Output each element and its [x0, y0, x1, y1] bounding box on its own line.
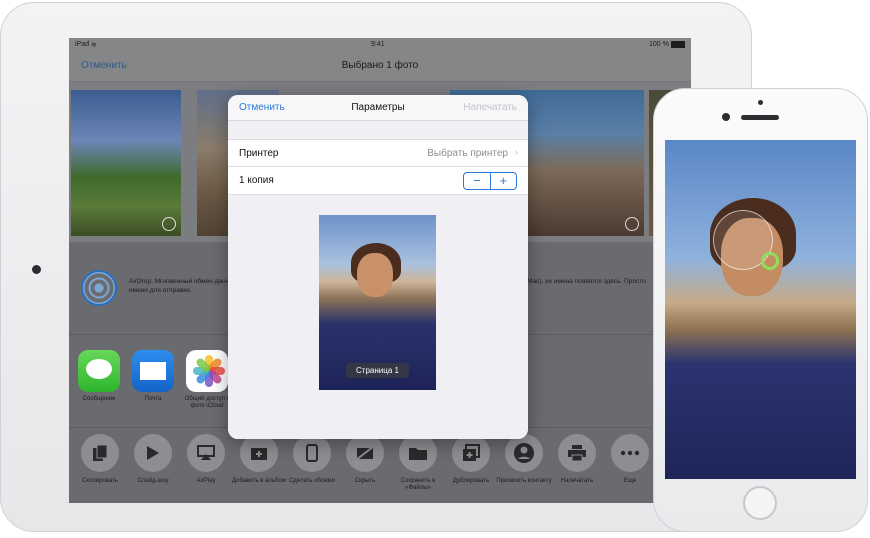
- print-preview-area: Страница 1: [228, 195, 528, 439]
- action-label: AirPlay: [196, 478, 216, 484]
- battery-icon: [671, 41, 685, 48]
- contact-icon: [505, 434, 543, 472]
- copies-stepper: − +: [463, 172, 517, 190]
- action-label: Еще: [623, 478, 637, 484]
- action-more[interactable]: Еще: [602, 434, 658, 485]
- dialog-header: Отменить Параметры Напечатать: [228, 95, 528, 121]
- front-camera: [722, 113, 730, 121]
- share-app-label: Почта: [144, 396, 162, 402]
- action-add-to-album[interactable]: Добавить в альбом: [231, 434, 287, 485]
- action-label: Дублировать: [452, 478, 490, 484]
- page-badge: Страница 1: [346, 363, 409, 378]
- printer-row[interactable]: Принтер Выбрать принтер ›: [228, 139, 528, 167]
- copies-row: 1 копия − +: [228, 167, 528, 195]
- action-hide[interactable]: Скрыть: [337, 434, 393, 485]
- photos-icon: [186, 350, 228, 392]
- wifi-icon: ≋: [91, 42, 97, 49]
- page-title: Выбрано 1 фото: [341, 60, 419, 71]
- airdrop-icon: [81, 270, 117, 306]
- printer-value: Выбрать принтер: [427, 148, 508, 159]
- iphone-photo: [665, 140, 856, 479]
- action-airplay[interactable]: AirPlay: [178, 434, 234, 485]
- more-icon: [611, 434, 649, 472]
- page-preview[interactable]: Страница 1: [319, 215, 436, 390]
- share-actions-row: Скопировать Слайд-шоу AirPlay Добавить в…: [69, 430, 691, 503]
- product-scene: iPad ≋ 9:41 100 % Отменить Выбрано 1 фот…: [0, 0, 870, 538]
- action-label: Сохранить в «Файлы»: [400, 478, 436, 491]
- iphone-device: [653, 88, 868, 532]
- duplicate-icon: [452, 434, 490, 472]
- battery-percent: 100 %: [649, 41, 669, 48]
- earpiece-speaker: [741, 115, 779, 120]
- hide-icon: [346, 434, 384, 472]
- decrement-button[interactable]: −: [464, 173, 491, 189]
- status-bar: iPad ≋ 9:41 100 %: [69, 38, 691, 52]
- action-label: Присвоить контакту: [496, 478, 552, 484]
- add-album-icon: [240, 434, 278, 472]
- printer-label: Принтер: [239, 148, 279, 159]
- action-label: Слайд-шоу: [137, 478, 169, 484]
- action-copy[interactable]: Скопировать: [72, 434, 128, 485]
- messages-icon: [78, 350, 120, 392]
- share-app-messages[interactable]: Сообщение: [69, 350, 129, 403]
- folder-icon: [399, 434, 437, 472]
- dialog-print-button[interactable]: Напечатать: [463, 102, 517, 113]
- action-slideshow[interactable]: Слайд-шоу: [125, 434, 181, 485]
- play-icon: [134, 434, 172, 472]
- ipad-home-camera: [32, 265, 41, 274]
- clock: 9:41: [371, 41, 385, 48]
- printer-icon: [558, 434, 596, 472]
- action-duplicate[interactable]: Дублировать: [443, 434, 499, 485]
- action-label: Сделать обоями: [288, 478, 336, 484]
- action-assign-to-contact[interactable]: Присвоить контакту: [496, 434, 552, 485]
- action-label: Скрыть: [354, 478, 376, 484]
- navigation-bar: Отменить Выбрано 1 фото: [69, 52, 691, 82]
- action-label: Напечатать: [560, 478, 594, 484]
- home-button[interactable]: [743, 486, 777, 520]
- airplay-icon: [187, 434, 225, 472]
- share-app-label: Сообщение: [82, 396, 116, 402]
- increment-button[interactable]: +: [491, 173, 517, 189]
- select-circle-icon[interactable]: [162, 217, 176, 231]
- bubble-wand: [761, 252, 779, 270]
- share-app-mail[interactable]: Почта: [123, 350, 183, 403]
- action-save-to-files[interactable]: Сохранить в «Файлы»: [390, 434, 446, 492]
- sensor-dot: [758, 100, 763, 105]
- chevron-right-icon: ›: [514, 147, 518, 158]
- device-label: iPad: [75, 41, 90, 48]
- print-options-dialog: Отменить Параметры Напечатать Принтер Вы…: [228, 95, 528, 439]
- wallpaper-icon: [293, 434, 331, 472]
- action-label: Добавить в альбом: [232, 478, 286, 484]
- select-circle-icon[interactable]: [625, 217, 639, 231]
- action-set-wallpaper[interactable]: Сделать обоями: [284, 434, 340, 485]
- action-print[interactable]: Напечатать: [549, 434, 605, 485]
- action-label: Скопировать: [82, 478, 118, 484]
- copies-label: 1 копия: [239, 175, 274, 186]
- mail-icon: [132, 350, 174, 392]
- photo-thumbnail[interactable]: [71, 90, 181, 236]
- copy-icon: [81, 434, 119, 472]
